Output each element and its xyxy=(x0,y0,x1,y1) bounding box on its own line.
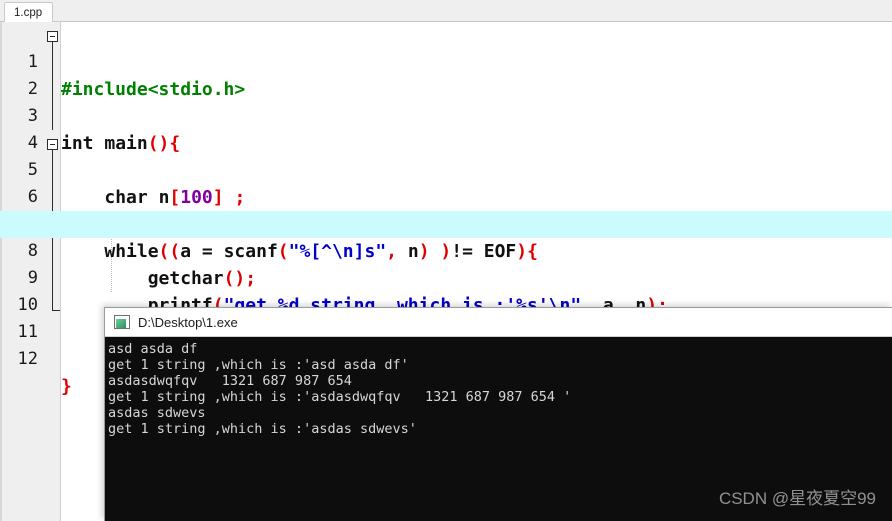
code-line[interactable]: 2 xyxy=(0,49,892,99)
console-output-line: asdas sdwevs xyxy=(108,405,206,421)
code-line-highlighted[interactable]: 8 getchar(); xyxy=(0,211,892,289)
code-editor-window: 1.cpp 1 #include<stdio.h> 2 3 int main()… xyxy=(0,0,892,521)
code-line[interactable]: 4 xyxy=(0,103,892,153)
line-number: 12 xyxy=(17,349,38,369)
line-content: } xyxy=(61,376,72,397)
console-output-line: asd asda df xyxy=(108,341,198,357)
console-output-line: get 1 string ,which is :'asdas sdwevs' xyxy=(108,421,417,437)
console-title-bar[interactable]: D:\Desktop\1.exe xyxy=(105,308,892,337)
code-line-list: 1 #include<stdio.h> 2 3 int main(){ 4 5 … xyxy=(0,22,892,397)
console-output-line: asdasdwqfqv 1321 687 987 654 xyxy=(108,373,352,389)
console-app-icon xyxy=(114,315,130,329)
console-output-area[interactable]: asd asda df get 1 string ,which is :'asd… xyxy=(105,337,892,521)
code-line[interactable]: 9 printf("get %d string ,which is :'%s'\… xyxy=(0,238,892,316)
code-line[interactable]: 7 while((a = scanf("%[^\n]s", n) )!= EOF… xyxy=(0,184,892,262)
editor-tab-bar: 1.cpp xyxy=(0,0,892,23)
code-line[interactable]: 6 int a; xyxy=(0,157,892,235)
console-window[interactable]: D:\Desktop\1.exe asd asda df get 1 strin… xyxy=(104,307,892,521)
console-output-line: get 1 string ,which is :'asd asda df' xyxy=(108,357,409,373)
code-line[interactable]: 5 char n[100] ; xyxy=(0,130,892,208)
console-output-line: get 1 string ,which is :'asdasdwqfqv 132… xyxy=(108,389,572,405)
tab-1-cpp[interactable]: 1.cpp xyxy=(4,2,54,23)
console-title-text: D:\Desktop\1.exe xyxy=(138,314,238,330)
code-line[interactable]: 10 } xyxy=(0,265,892,343)
tab-label: 1.cpp xyxy=(14,7,43,19)
code-line[interactable]: 3 int main(){ xyxy=(0,76,892,154)
code-line[interactable]: 1 #include<stdio.h> xyxy=(0,22,892,100)
